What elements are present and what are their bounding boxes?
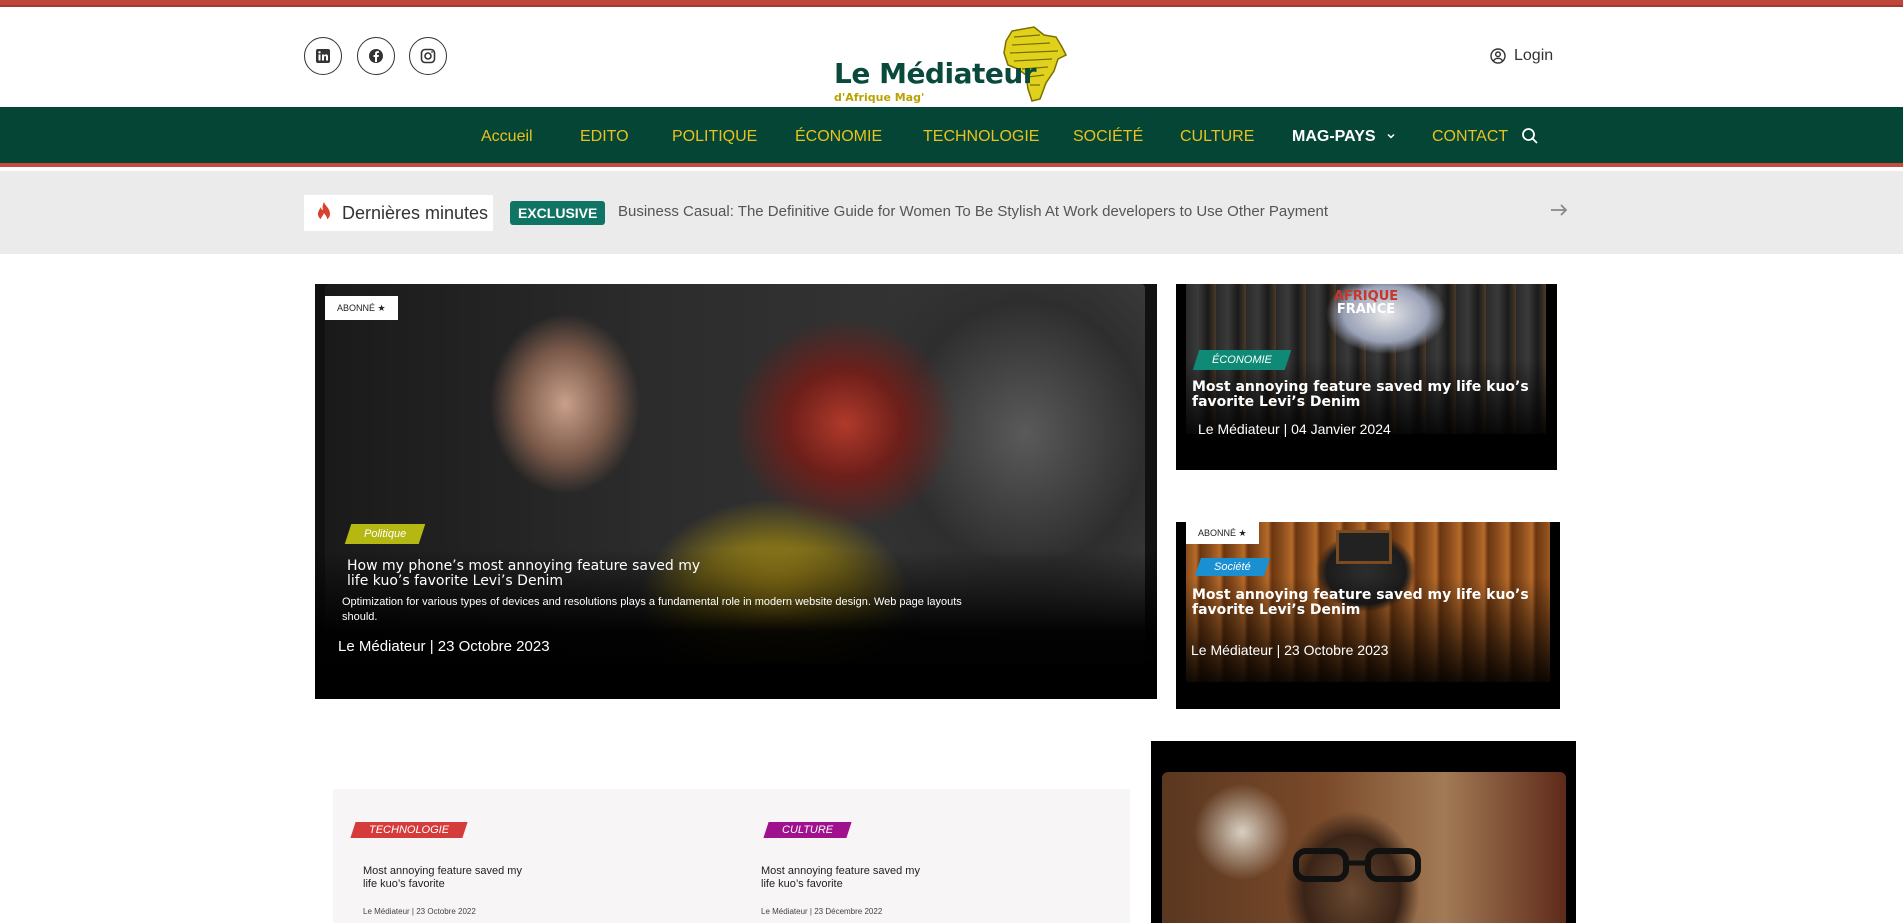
logo-subtitle: d'Afrique Mag' <box>834 91 925 104</box>
ticker-label: Dernières minutes <box>342 202 489 223</box>
category-tag[interactable]: ÉCONOMIE <box>1192 350 1292 370</box>
logo-title: Le Médiateur <box>834 57 1037 90</box>
featured-media-card[interactable] <box>1151 741 1576 923</box>
chalkboard-sign <box>1336 530 1392 564</box>
grid-article-meta: Le Médiateur | 23 Octobre 2022 <box>363 907 476 916</box>
star-icon: ★ <box>1238 528 1247 538</box>
instagram-icon[interactable] <box>409 37 447 75</box>
nav-item-politique[interactable]: POLITIQUE <box>672 128 757 146</box>
featured-media-image <box>1162 772 1566 923</box>
subscriber-badge: ABONNÉ ★ <box>1186 522 1259 544</box>
hero-excerpt: Optimization for various types of device… <box>342 596 962 624</box>
subscriber-badge-label: ABONNÉ <box>1198 528 1237 538</box>
grid-article-title[interactable]: Most annoying feature saved my life kuo’… <box>761 865 921 890</box>
nav-item-societe[interactable]: SOCIÉTÉ <box>1073 128 1143 146</box>
category-tag[interactable]: Société <box>1195 558 1270 576</box>
category-tag-label: CULTURE <box>782 824 834 836</box>
nav-item-economie[interactable]: ÉCONOMIE <box>795 128 882 146</box>
side-article-title[interactable]: Most annoying feature saved my life kuo’… <box>1192 380 1542 410</box>
hero-title[interactable]: How my phone’s most annoying feature sav… <box>347 559 707 589</box>
breaking-news-ticker: Dernières minutes EXCLUSIVE Business Cas… <box>0 171 1903 254</box>
nav-item-mag-pays[interactable]: MAG-PAYS <box>1292 128 1396 146</box>
site-header: Le Médiateur d'Afrique Mag' Login <box>0 7 1903 107</box>
exclusive-badge: EXCLUSIVE <box>510 201 606 225</box>
category-tag[interactable]: Politique <box>344 524 426 544</box>
hero-meta: Le Médiateur | 23 Octobre 2023 <box>338 638 550 655</box>
facebook-icon[interactable] <box>357 37 395 75</box>
flame-icon <box>318 202 330 222</box>
image-banner-line2: FRANCE <box>1336 302 1396 317</box>
side-article-meta: Le Médiateur | 04 Janvier 2024 <box>1198 421 1391 437</box>
nav-item-contact[interactable]: CONTACT <box>1432 128 1508 146</box>
category-tag[interactable]: TECHNOLOGIE <box>350 822 468 838</box>
grid-article-title[interactable]: Most annoying feature saved my life kuo’… <box>363 865 523 890</box>
article-grid: TECHNOLOGIE Most annoying feature saved … <box>333 789 1130 923</box>
grid-article-meta: Le Médiateur | 23 Décembre 2022 <box>761 907 883 916</box>
user-icon <box>1490 48 1506 64</box>
side-article-card[interactable]: ABONNÉ ★ Société Most annoying feature s… <box>1176 522 1560 709</box>
nav-item-culture[interactable]: CULTURE <box>1180 128 1254 146</box>
linkedin-icon[interactable] <box>304 37 342 75</box>
nav-item-technologie[interactable]: TECHNOLOGIE <box>923 128 1039 146</box>
chevron-down-icon <box>1387 133 1395 139</box>
main-nav: Accueil EDITO POLITIQUE ÉCONOMIE TECHNOL… <box>0 107 1903 167</box>
category-tag[interactable]: CULTURE <box>763 822 852 838</box>
category-tag-label: TECHNOLOGIE <box>369 824 450 836</box>
ticker-headline[interactable]: Business Casual: The Definitive Guide fo… <box>618 203 1328 220</box>
arrow-right-icon[interactable] <box>1550 203 1568 222</box>
star-icon: ★ <box>377 303 386 313</box>
ticker-label-box: Dernières minutes <box>304 195 493 231</box>
search-icon[interactable] <box>1521 127 1539 150</box>
image-banner-text: AFRIQUE FRANCE <box>1326 290 1406 316</box>
nav-item-mag-pays-label: MAG-PAYS <box>1292 128 1376 145</box>
side-article-title[interactable]: Most annoying feature saved my life kuo’… <box>1192 588 1542 618</box>
site-logo[interactable]: Le Médiateur d'Afrique Mag' <box>830 17 1070 104</box>
category-tag-label: Politique <box>364 528 407 540</box>
hero-article-card[interactable]: ABONNÉ ★ Politique How my phone’s most a… <box>315 284 1157 699</box>
side-article-meta: Le Médiateur | 23 Octobre 2023 <box>1191 642 1389 658</box>
nav-item-edito[interactable]: EDITO <box>580 128 629 146</box>
subscriber-badge-label: ABONNÉ <box>337 303 376 313</box>
portrait-glasses <box>1293 848 1421 882</box>
login-label: Login <box>1514 47 1554 64</box>
category-tag-label: Société <box>1214 561 1251 573</box>
subscriber-badge: ABONNÉ ★ <box>325 296 398 320</box>
nav-item-accueil[interactable]: Accueil <box>481 128 533 146</box>
category-tag-label: ÉCONOMIE <box>1212 354 1272 366</box>
login-link[interactable]: Login <box>1490 47 1553 65</box>
top-accent-stripe <box>0 0 1903 7</box>
side-article-card[interactable]: AFRIQUE FRANCE ÉCONOMIE Most annoying fe… <box>1176 284 1557 470</box>
